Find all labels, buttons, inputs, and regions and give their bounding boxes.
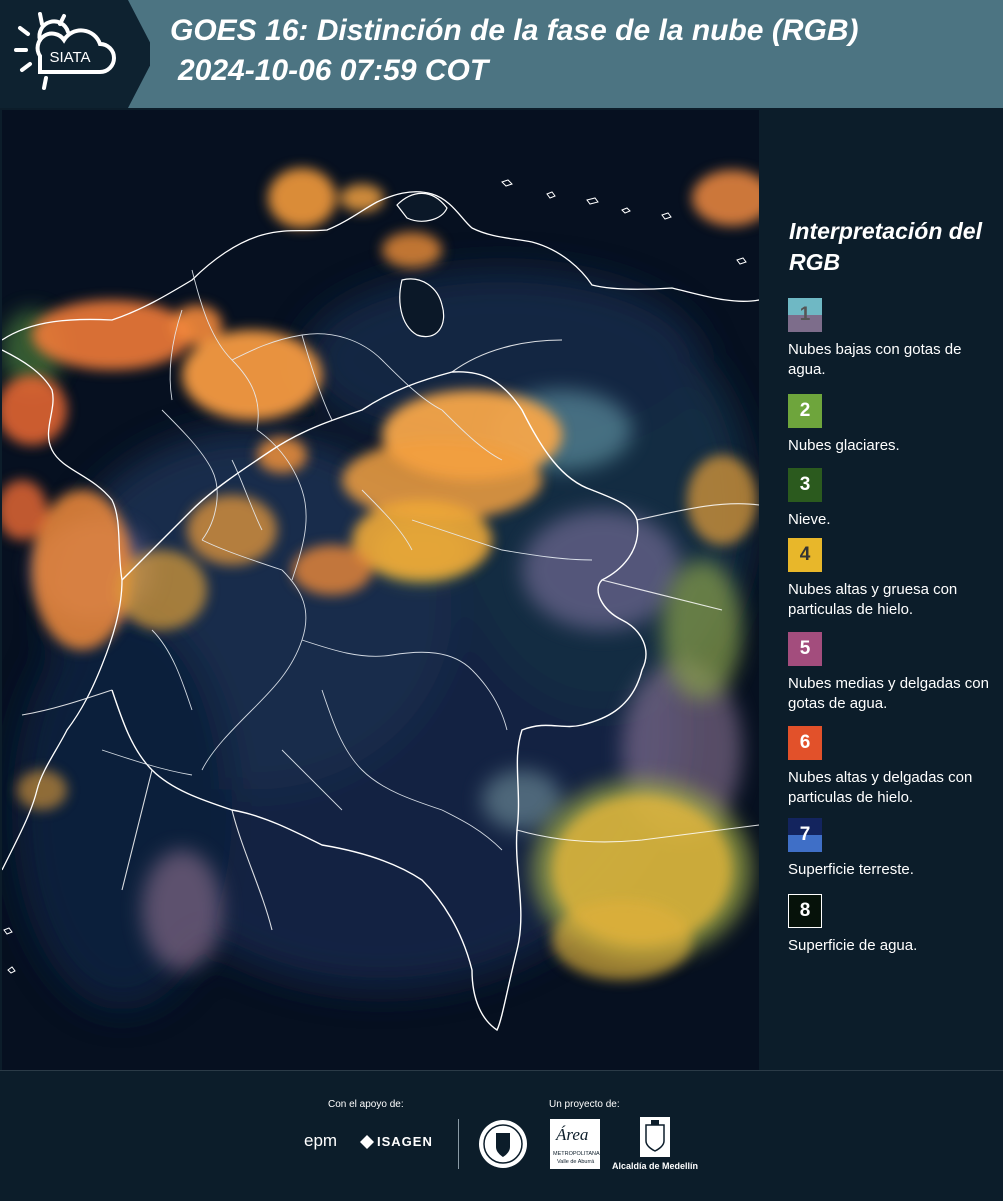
footer: Con el apoyo de: Un proyecto de: epm ISA… [0,1070,1003,1201]
area-metropolitana-logo: Área METROPOLITANA Valle de Aburrá [550,1119,600,1169]
legend-swatch-5: 5 [788,632,822,666]
legend-swatch-4: 4 [788,538,822,572]
legend-swatch-1: 1 [788,298,822,332]
legend-label: Nubes altas y delgadas con particulas de… [788,769,973,806]
legend-item-8: 8 Superficie de agua. [788,894,998,956]
legend-swatch-6: 6 [788,726,822,760]
legend-number: 6 [799,732,811,753]
page-title: GOES 16: Distinción de la fase de la nub… [170,14,859,47]
footer-divider [458,1119,459,1169]
legend-label: Nubes altas y gruesa con particulas de h… [788,581,958,618]
legend-number: 3 [799,474,811,495]
university-seal-icon [478,1119,528,1174]
legend-number: 8 [799,900,811,921]
coat-of-arms-icon [640,1117,670,1162]
legend-label: Nubes medias y delgadas con gotas de agu… [788,675,989,712]
siata-logo: SIATA [0,0,156,108]
legend-number: 4 [799,544,811,565]
legend-item-1: 1 Nubes bajas con gotas de agua. [788,298,998,380]
legend-swatch-8: 8 [788,894,822,928]
legend-item-3: 3 Nieve. [788,468,998,530]
timestamp: 2024-10-06 07:59 COT [178,54,489,87]
legend-label: Superficie de agua. [788,937,918,954]
isagen-logo: ISAGEN [377,1134,433,1149]
legend-item-7: 7 Superficie terreste. [788,818,998,880]
legend-label: Nubes glaciares. [788,437,900,454]
support-label: Con el apoyo de: [328,1099,404,1110]
legend-item-4: 4 Nubes altas y gruesa con particulas de… [788,538,998,620]
legend-number: 1 [799,304,811,325]
epm-logo: epm [304,1131,338,1150]
legend-number: 5 [799,638,811,659]
legend-swatch-3: 3 [788,468,822,502]
legend-swatch-2: 2 [788,394,822,428]
isagen-icon [360,1135,374,1154]
project-label: Un proyecto de: [549,1099,620,1110]
alcaldia-logo: Alcaldía de Medellín [612,1161,699,1171]
legend-number: 7 [799,824,811,845]
legend-label: Nieve. [788,511,831,528]
legend-swatch-7: 7 [788,818,822,852]
legend-item-2: 2 Nubes glaciares. [788,394,998,456]
legend-item-5: 5 Nubes medias y delgadas con gotas de a… [788,632,998,714]
legend-label: Nubes bajas con gotas de agua. [788,341,962,378]
legend-number: 2 [799,400,811,421]
legend-title: Interpretación del RGB [789,218,982,275]
legend-label: Superficie terreste. [788,861,914,878]
svg-text:SIATA: SIATA [49,49,90,66]
legend-panel: Interpretación del RGB 1 Nubes bajas con… [760,110,1003,1070]
header: SIATA GOES 16: Distinción de la fase de … [0,0,1003,108]
legend-item-6: 6 Nubes altas y delgadas con particulas … [788,726,998,808]
satellite-map[interactable] [2,110,759,1070]
